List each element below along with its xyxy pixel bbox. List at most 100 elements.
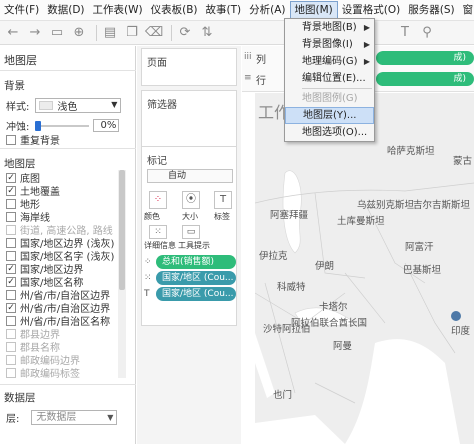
color-icon[interactable]: ⁘ — [149, 191, 167, 209]
style-swatch — [39, 101, 54, 110]
map-menu-item[interactable]: 地图选项(O)... — [285, 124, 374, 141]
layer-checkbox[interactable] — [6, 198, 16, 209]
map-menu-item[interactable]: 背景地图(B) ▶ — [285, 19, 374, 36]
save-icon[interactable]: ▭ — [48, 24, 66, 42]
add-datasource-icon[interactable]: ⊕ — [70, 24, 88, 42]
map-menu-item[interactable]: 背景图像(I) ▶ — [285, 36, 374, 53]
map-label: 印度 — [451, 326, 471, 337]
columns-pill[interactable]: 成) — [376, 51, 474, 65]
map-menu-item[interactable]: 地理编码(G) ▶ — [285, 53, 374, 70]
map-view[interactable]: 工作 哈萨克斯坦 蒙古 阿塞拜疆 乌兹别克斯坦 土库曼斯坦 吉尔吉斯斯坦 阿富汗… — [255, 93, 474, 444]
detail-label: 详细信息 — [144, 241, 176, 250]
layer-checkbox[interactable] — [6, 211, 16, 222]
menu-item[interactable]: 文件(F) — [0, 0, 43, 21]
label-icon[interactable]: T — [214, 191, 232, 209]
clear-icon[interactable]: ⌫ — [145, 24, 163, 42]
map-label: 阿塞拜疆 — [270, 210, 309, 221]
forward-icon[interactable]: → — [26, 24, 44, 42]
pages-card[interactable]: 页面 — [141, 48, 237, 86]
chevron-right-icon: ▶ — [363, 57, 370, 66]
map-menu-item[interactable]: 地图层(Y)... — [285, 107, 374, 124]
text-format-icon[interactable]: T — [396, 24, 414, 42]
map-mark[interactable] — [451, 311, 461, 321]
wash-slider[interactable] — [35, 120, 90, 131]
toolbar: ← → ▭ ⊕ ▤ ❐ ⌫ ⟳ ⇅ T ⚲ — [0, 21, 474, 45]
size-icon[interactable]: ⦿ — [182, 191, 200, 209]
sort-icon[interactable]: ⇅ — [198, 24, 216, 42]
layer-checkbox[interactable] — [6, 289, 16, 300]
style-value: 浅色 — [57, 102, 78, 113]
map-menu-item-label: 地图层(Y)... — [303, 110, 357, 121]
wash-slider-track — [35, 124, 90, 127]
layer-checkbox[interactable]: ✓ — [6, 172, 16, 183]
layer-checkbox[interactable] — [6, 250, 16, 261]
data-layer-select[interactable]: 无数据层 ▼ — [31, 410, 118, 425]
menu-item[interactable]: 仪表板(B) — [147, 0, 202, 21]
layer-checkbox[interactable]: ✓ — [6, 263, 16, 274]
rows-label: 行 — [256, 76, 266, 87]
chevron-down-icon: ▼ — [111, 100, 118, 109]
wash-input[interactable]: 0% — [93, 119, 120, 132]
map-layers-pane: 地图层 背景 样式: 浅色 ▼ 冲蚀: 0% 重复背景 地图层 ✓ 底图 ✓ 土地覆盖… — [0, 46, 136, 444]
menu-item[interactable]: 分析(A) — [245, 0, 289, 21]
menu-item[interactable]: 数据(D) — [43, 0, 88, 21]
map-menu-item-label: 地图图例(G) — [302, 93, 358, 104]
layer-list-scrollbar[interactable] — [118, 170, 126, 378]
map-label: 也门 — [273, 390, 293, 401]
chevron-right-icon: ▶ — [363, 23, 370, 32]
repeat-background-checkbox[interactable] — [6, 134, 16, 145]
sales-pill[interactable]: 总和(销售额) — [156, 255, 236, 269]
map-menu-item[interactable]: 编辑位置(E)... — [285, 70, 374, 87]
layer-label: 邮政编码标签 — [20, 369, 80, 378]
marks-card: 标记 自动 ⁘ 颜色 ⦿ 大小 T 标签 ⁙ 详细信息 ▭ 工具提示 ⁘ 总和(… — [141, 146, 237, 326]
data-layer-label: 层: — [6, 414, 20, 425]
layer-checkbox[interactable]: ✓ — [6, 302, 16, 313]
layer-checkbox[interactable] — [6, 315, 16, 326]
rows-pill[interactable]: 成) — [376, 72, 474, 86]
menu-item[interactable]: 地图(M) — [289, 0, 338, 20]
chevron-right-icon: ▶ — [363, 40, 370, 49]
wash-label: 冲蚀: — [6, 122, 30, 133]
duplicate-icon[interactable]: ❐ — [123, 24, 141, 42]
marks-title: 标记 — [147, 156, 167, 167]
country-label-pill[interactable]: 国家/地区 (Cou... — [156, 287, 236, 301]
detail-icon[interactable]: ⁙ — [149, 225, 167, 239]
filters-title: 筛选器 — [147, 100, 177, 111]
map-label: 伊朗 — [315, 261, 335, 272]
back-icon[interactable]: ← — [4, 24, 22, 42]
map-menu-item-label: 地图选项(O)... — [302, 127, 368, 138]
wash-row: 冲蚀: 0% — [6, 118, 120, 133]
style-label: 样式: — [6, 102, 30, 113]
map-label: 伊拉克 — [259, 251, 288, 262]
menu-item[interactable]: 故事(T) — [202, 0, 246, 21]
color-label: 颜色 — [144, 212, 160, 221]
layer-checkbox[interactable] — [6, 237, 16, 248]
map-label: 卡塔尔 — [319, 302, 348, 313]
layer-checkbox[interactable]: ✓ — [6, 276, 16, 287]
menu-item[interactable]: 服务器(S) — [404, 0, 458, 21]
scrollbar-thumb[interactable] — [119, 170, 125, 290]
mark-type-select[interactable]: 自动 — [147, 169, 233, 183]
data-layer-heading: 数据层 — [4, 392, 36, 404]
detail-mark-icon: ⁙ — [144, 273, 152, 283]
map-menu-item: 地图图例(G) — [285, 90, 374, 107]
menu-item[interactable]: 工作表(W) — [89, 0, 147, 21]
map-label: 吉尔吉斯斯坦 — [413, 200, 471, 211]
layer-checkbox[interactable]: ✓ — [6, 185, 16, 196]
wash-slider-handle[interactable] — [35, 120, 42, 131]
pin-icon[interactable]: ⚲ — [418, 24, 436, 42]
label-label: 标签 — [214, 212, 230, 221]
new-sheet-icon[interactable]: ▤ — [101, 24, 119, 42]
style-select[interactable]: 浅色 ▼ — [35, 98, 122, 113]
repeat-background-row[interactable]: 重复背景 — [6, 132, 60, 147]
country-pill[interactable]: 国家/地区 (Cou... — [156, 271, 236, 285]
menu-item[interactable]: 窗口 — [459, 0, 474, 21]
tooltip-icon[interactable]: ▭ — [182, 225, 200, 239]
columns-icon: iii — [244, 52, 252, 62]
map-label: 阿富汗 — [405, 242, 434, 253]
layer-checkbox — [6, 367, 16, 378]
map-menu-item-label: 背景图像(I) — [302, 39, 353, 50]
label-mark-icon: T — [144, 289, 150, 299]
map-menu-item-label: 编辑位置(E)... — [302, 73, 366, 84]
refresh-icon[interactable]: ⟳ — [176, 24, 194, 42]
